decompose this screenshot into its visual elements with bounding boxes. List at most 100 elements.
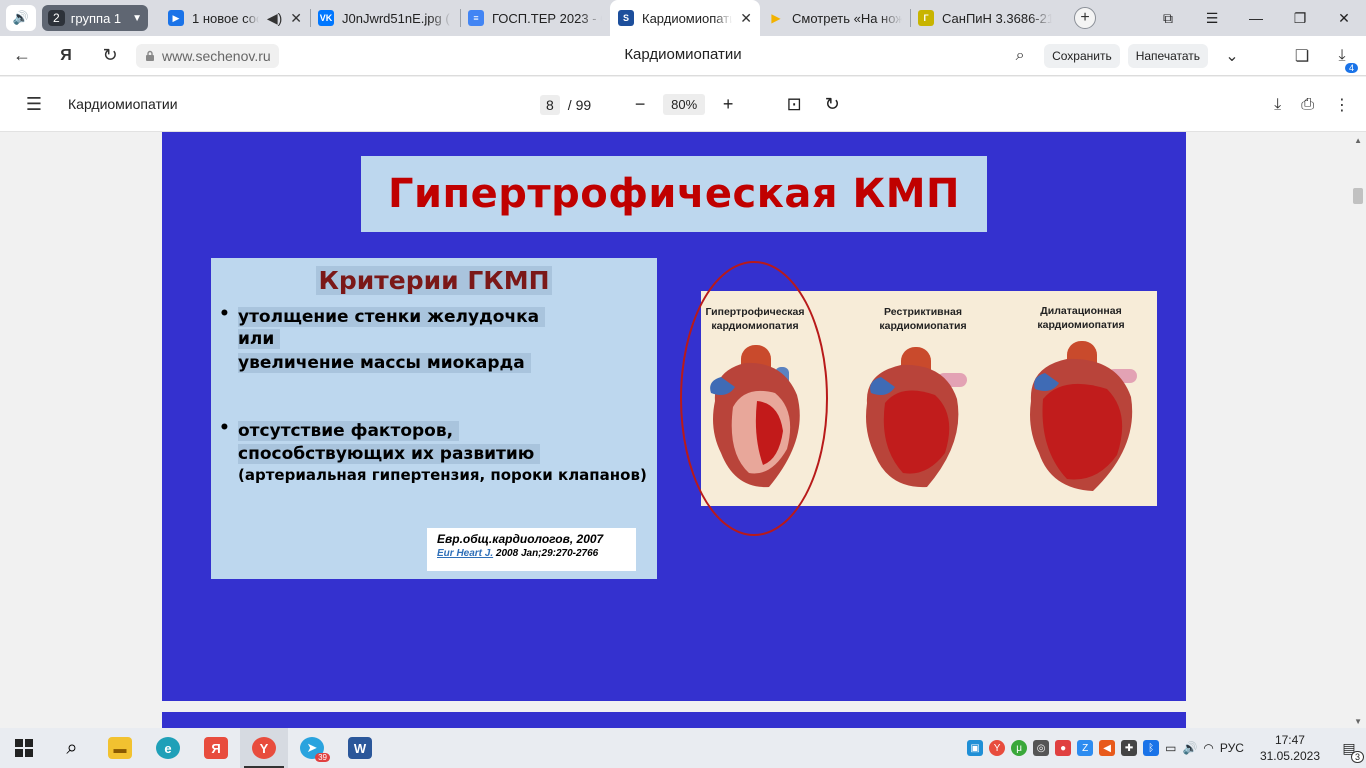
browser-tab-bar: 🔊 2 группа 1 ▼ ▶ 1 новое сообщение ◀) ✕ … [0,0,1366,36]
play-icon: ▶ [168,10,184,26]
chevron-down-icon: ▼ [132,12,142,24]
zoom-level[interactable]: 80% [663,94,706,115]
close-window-button[interactable]: ✕ [1322,10,1366,27]
zoom-icon[interactable]: Z [1077,740,1094,756]
collections-icon[interactable]: ❏ [1286,46,1318,66]
tab-video[interactable]: ▶ Смотреть «На ножах» [760,0,910,36]
tab-label: 1 новое сообщение [192,10,259,26]
lock-icon [146,50,154,61]
heart-label-restrictive: Рестриктивная кардиомиопатия [879,306,967,332]
yandex-tray-icon[interactable]: Y [989,740,1006,756]
next-slide-page [162,712,1186,728]
tab-group-chip[interactable]: 2 группа 1 ▼ [42,5,148,31]
word-icon[interactable]: W [336,728,384,768]
reference-citation: Eur Heart J. 2008 Jan;29:270-2766 [437,548,599,559]
scrollbar-thumb[interactable] [1353,188,1363,204]
tab-label: Смотреть «На ножах» [792,10,902,26]
tab-cardiomyopathy[interactable]: S Кардиомиопатии ✕ [610,0,760,36]
pdf-viewer[interactable]: Гипертрофическая КМП Критерии ГКМП • уто… [0,132,1366,728]
volume-icon[interactable]: 🔊 [1182,741,1197,755]
url-field[interactable]: www.sechenov.ru [136,43,279,68]
fit-page-icon[interactable]: ⊡ [779,94,809,115]
print-icon[interactable]: ⎙ [1301,96,1314,114]
security-icon[interactable]: ✚ [1121,740,1138,756]
new-tab-button[interactable]: + [1074,7,1096,29]
tab-label: Кардиомиопатии [642,10,732,26]
close-icon[interactable]: ✕ [740,10,752,27]
audio-playing-icon[interactable]: ◀) [267,10,282,27]
close-icon[interactable]: ✕ [290,10,302,27]
edge-icon[interactable]: e [144,728,192,768]
tab-google-docs[interactable]: ≡ ГОСП.ТЕР 2023 - Google Документы [460,0,610,36]
language-indicator[interactable]: РУС [1220,741,1244,755]
search-page-icon[interactable]: ⌕ [1004,47,1036,65]
vk-icon: VK [318,10,334,26]
pdf-title: Кардиомиопатии [68,96,178,112]
docs-icon: ≡ [468,10,484,26]
scrollbar[interactable]: ▲ ▼ [1350,132,1366,728]
bullet-marker: • [219,304,230,324]
windows-start-button[interactable] [0,728,48,768]
clock-date: 31.05.2023 [1259,749,1320,763]
scroll-up-arrow[interactable]: ▲ [1354,136,1362,145]
search-icon[interactable]: ⌕ [48,728,96,768]
menu-icon[interactable]: ☰ [0,94,68,115]
wifi-icon[interactable]: ◠ [1203,741,1213,755]
clock[interactable]: 17:47 31.05.2023 [1260,732,1320,764]
minimize-button[interactable]: — [1234,10,1278,26]
telegram-badge: 39 [315,753,330,762]
tab-label: J0nJwrd51nE.jpg ( [342,10,450,26]
windows-logo-icon [15,739,33,757]
page-number-input[interactable]: 8 [540,94,560,115]
pdf-page-controls: 8 / 99 − 80% + ⊡ ↻ [540,77,847,132]
scroll-down-arrow[interactable]: ▼ [1354,717,1362,726]
bullet2-line1: отсутствие факторов, [238,421,460,441]
pdf-toolbar: ☰ Кардиомиопатии 8 / 99 − 80% + ⊡ ↻ ⤓ ⎙ … [0,77,1366,132]
battery-icon[interactable]: ▭ [1165,741,1176,755]
more-options-icon[interactable]: ⋮ [1334,95,1350,115]
notifications-icon[interactable]: ▤ 3 [1336,740,1364,763]
tray-app-icon[interactable]: ▣ [967,740,984,756]
clock-time: 17:47 [1274,733,1305,747]
heart-restrictive-image [866,347,967,488]
reference-link[interactable]: Eur Heart J. [437,548,493,559]
print-button[interactable]: Напечатать [1127,44,1208,68]
url-text: www.sechenov.ru [162,47,271,64]
tray-notif-icon[interactable]: ● [1055,740,1072,756]
zoom-out-icon[interactable]: − [625,94,655,115]
yandex-icon[interactable]: Я [44,47,88,65]
tray-arrow-icon[interactable]: ◀ [1099,740,1116,756]
restore-button[interactable]: ❐ [1278,10,1322,27]
save-button[interactable]: Сохранить [1044,44,1120,68]
speaker-icon[interactable]: 🔊 [6,5,36,31]
criteria-box: Критерии ГКМП • утолщение стенки желудоч… [211,258,657,579]
bullet1-line2: или [238,329,281,349]
tray-camera-icon[interactable]: ◎ [1033,740,1050,756]
tab-group-label: группа 1 [70,10,122,26]
yandex-browser-icon[interactable]: Я [192,728,240,768]
telegram-icon[interactable]: ➤ 39 [288,728,336,768]
download-icon[interactable]: ⤓ [1274,96,1281,114]
chevron-down-icon[interactable]: ⌄ [1216,46,1248,66]
reload-button[interactable]: ↻ [88,45,132,66]
menu-icon[interactable]: ☰ [1190,10,1234,27]
back-button[interactable]: ← [0,45,44,66]
heart-dilated-image [1030,341,1137,491]
tab-sanpin[interactable]: Г СанПиН 3.3686-21 [910,0,1060,36]
page-total: / 99 [567,96,592,113]
bluetooth-icon[interactable]: ᛒ [1143,740,1160,756]
rotate-icon[interactable]: ↻ [817,94,847,115]
address-bar: ← Я ↻ www.sechenov.ru Кардиомиопатии ⌕ С… [0,36,1366,76]
downloads-icon[interactable]: ⤓ 4 [1326,47,1358,73]
tab-strip: ▶ 1 новое сообщение ◀) ✕ VK J0nJwrd51nE.… [160,0,1060,36]
yandex-icon[interactable]: Y [240,728,288,768]
tab-label: ГОСП.ТЕР 2023 - Google Документы [492,10,602,26]
tab-vk-image[interactable]: VK J0nJwrd51nE.jpg ( [310,0,460,36]
tab-messages[interactable]: ▶ 1 новое сообщение ◀) ✕ [160,0,310,36]
sechenov-icon: S [618,10,634,26]
tabs-list-icon[interactable]: ⧉ [1146,10,1190,27]
system-tray: ▣ Y μ ◎ ● Z ◀ ✚ ᛒ ▭ 🔊 ◠ РУС 17:47 31.05.… [967,728,1366,768]
torrent-icon[interactable]: μ [1011,740,1028,756]
zoom-in-icon[interactable]: + [713,94,743,115]
file-explorer-icon[interactable]: ▬ [96,728,144,768]
